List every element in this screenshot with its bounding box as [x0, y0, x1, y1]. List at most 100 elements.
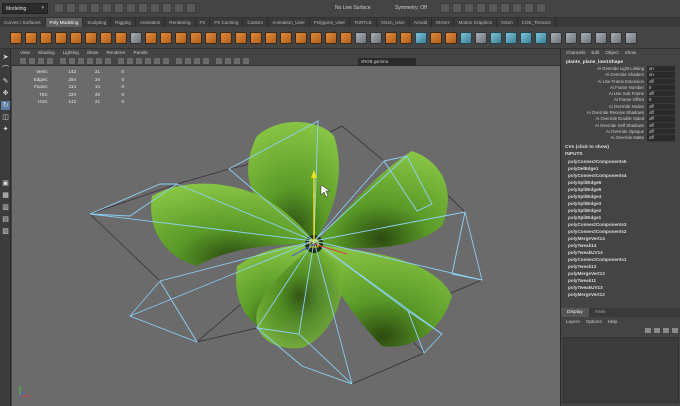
channel-menu-edit[interactable]: Edit	[591, 49, 599, 57]
input-node[interactable]: polyMergeVert13	[561, 270, 680, 277]
panel-menu-panels[interactable]: Panels	[133, 49, 147, 57]
merge-icon[interactable]	[430, 31, 442, 44]
shelf-tab-fx[interactable]: FX	[196, 18, 211, 27]
layer-tab-anim[interactable]: Anim	[589, 308, 612, 317]
channel-menu-channels[interactable]: Channels	[566, 49, 585, 57]
shelf-tab-polygons-user[interactable]: Polygons_User	[310, 18, 351, 27]
fill-hole-icon[interactable]	[310, 31, 322, 44]
layer-list[interactable]	[563, 337, 679, 403]
input-node[interactable]: polyTweakUV14	[561, 249, 680, 256]
live-surface-label[interactable]: No Live Surface	[335, 5, 371, 11]
modeling-toolkit-icon[interactable]	[500, 3, 510, 13]
grid-toggle-icon[interactable]	[60, 58, 66, 64]
panel-menu-shading[interactable]: Shading	[38, 49, 55, 57]
cylindrical-map-icon[interactable]	[505, 31, 517, 44]
save-scene-icon[interactable]	[78, 3, 88, 13]
input-node[interactable]: polyTweakUV13	[561, 284, 680, 291]
shelf-tab-arnold[interactable]: Arnold	[410, 18, 433, 27]
bridge-icon[interactable]	[265, 31, 277, 44]
combine-icon[interactable]	[145, 31, 157, 44]
shelf-tab-motion-graphics[interactable]: Motion Graphics	[454, 18, 497, 27]
layer-menu-layers[interactable]: Layers	[566, 317, 580, 326]
hypershade-layout-icon[interactable]: ▧	[1, 227, 10, 236]
shelf-tab-poly-modeling[interactable]: Poly Modeling	[45, 18, 84, 27]
hypershade-icon[interactable]	[476, 3, 486, 13]
object-name[interactable]: plants_plane_low1Shape	[561, 57, 680, 66]
input-node[interactable]: polyTweak11	[561, 277, 680, 284]
lock-camera-icon[interactable]	[29, 58, 35, 64]
append-polygon-icon[interactable]	[325, 31, 337, 44]
new-layer-from-selection-icon[interactable]	[672, 328, 678, 333]
boolean-difference-icon[interactable]	[205, 31, 217, 44]
select-camera-icon[interactable]	[20, 58, 26, 64]
move-tool-icon[interactable]: ✥	[1, 89, 10, 98]
separate-icon[interactable]	[160, 31, 172, 44]
shelf-tab-mash[interactable]: MASH	[432, 18, 455, 27]
layer-tab-display[interactable]: Display	[561, 308, 589, 317]
wireframe-icon[interactable]	[118, 58, 124, 64]
cvs-toggle[interactable]: CVs (click to show)	[561, 144, 680, 151]
extrude-icon[interactable]	[250, 31, 262, 44]
collapse-icon[interactable]	[415, 31, 427, 44]
offset-loop-icon[interactable]	[400, 31, 412, 44]
depth-of-field-icon[interactable]	[203, 58, 209, 64]
channel-box-icon[interactable]	[536, 3, 546, 13]
channel-attribute-name[interactable]: Ai Override Matte	[561, 135, 647, 141]
poly-torus-icon[interactable]	[70, 31, 82, 44]
ipr-render-icon[interactable]	[452, 3, 462, 13]
symmetry-label[interactable]: Symmetry: Off	[395, 5, 427, 11]
channel-menu-object[interactable]: Object	[605, 49, 618, 57]
motion-blur-icon[interactable]	[185, 58, 191, 64]
shelf-tab-rigging[interactable]: Rigging	[111, 18, 136, 27]
slide-edge-icon[interactable]	[445, 31, 457, 44]
input-node[interactable]: polyTweak13	[561, 263, 680, 270]
poly-cone-icon[interactable]	[55, 31, 67, 44]
panel-menu-show[interactable]: Show	[87, 49, 99, 57]
checker-icon[interactable]	[610, 31, 622, 44]
input-node[interactable]: polySplitEdge3	[561, 200, 680, 207]
edge-loop-icon[interactable]	[385, 31, 397, 44]
poly-plane-icon[interactable]	[85, 31, 97, 44]
platonic-solid-icon[interactable]	[115, 31, 127, 44]
render-current-icon[interactable]	[440, 3, 450, 13]
input-node[interactable]: polyConnectComponents4	[561, 172, 680, 179]
panel-menu-lighting[interactable]: Lighting	[63, 49, 79, 57]
select-hierarchy-icon[interactable]	[114, 3, 124, 13]
snap-grid-icon[interactable]	[150, 3, 160, 13]
input-node[interactable]: polyMergeVert14	[561, 235, 680, 242]
smooth-icon[interactable]	[175, 31, 187, 44]
shelf-tab-sculpting[interactable]: Sculpting	[83, 18, 112, 27]
bevel-edge-icon[interactable]	[295, 31, 307, 44]
color-space-dropdown[interactable]: sRGB gamma	[358, 58, 416, 65]
input-node[interactable]: polySplitEdge4	[561, 193, 680, 200]
planar-map-icon[interactable]	[490, 31, 502, 44]
input-node[interactable]: polyConnectComponents5	[561, 158, 680, 165]
target-weld-icon[interactable]	[355, 31, 367, 44]
auto-map-icon[interactable]	[535, 31, 547, 44]
shelf-tab-animation[interactable]: Animation	[136, 18, 166, 27]
select-object-icon[interactable]	[126, 3, 136, 13]
textured-icon[interactable]	[145, 58, 151, 64]
panel-menu-view[interactable]: View	[20, 49, 30, 57]
connect-icon[interactable]	[370, 31, 382, 44]
snap-point-icon[interactable]	[174, 3, 184, 13]
field-chart-icon[interactable]	[96, 58, 102, 64]
wireframe-on-shaded-icon[interactable]	[136, 58, 142, 64]
snap-curve-icon[interactable]	[162, 3, 172, 13]
poly-sphere-icon[interactable]	[10, 31, 22, 44]
shelf-tab-xgen[interactable]: XGen	[497, 18, 518, 27]
undo-icon[interactable]	[90, 3, 100, 13]
scale-tool-icon[interactable]: ◫	[1, 113, 10, 122]
input-node[interactable]: polyConnectComponents2	[561, 228, 680, 235]
channel-attribute-row[interactable]: Ai Override Matte off	[561, 135, 680, 142]
attribute-editor-icon[interactable]	[512, 3, 522, 13]
panel-menu-renderer[interactable]: Renderer	[106, 49, 125, 57]
render-settings-icon[interactable]	[464, 3, 474, 13]
bookmark-icon[interactable]	[38, 58, 44, 64]
shelf-tab-turtle[interactable]: TURTLE	[350, 18, 377, 27]
perspective-viewport[interactable]: Verts: 142 21 0 Edges: 254 34 0 Faces: 114 14 0 Tris…	[12, 66, 560, 406]
input-node[interactable]: polySplitEdge2	[561, 207, 680, 214]
sew-uv-icon[interactable]	[595, 31, 607, 44]
spherical-map-icon[interactable]	[520, 31, 532, 44]
poly-cube-icon[interactable]	[25, 31, 37, 44]
